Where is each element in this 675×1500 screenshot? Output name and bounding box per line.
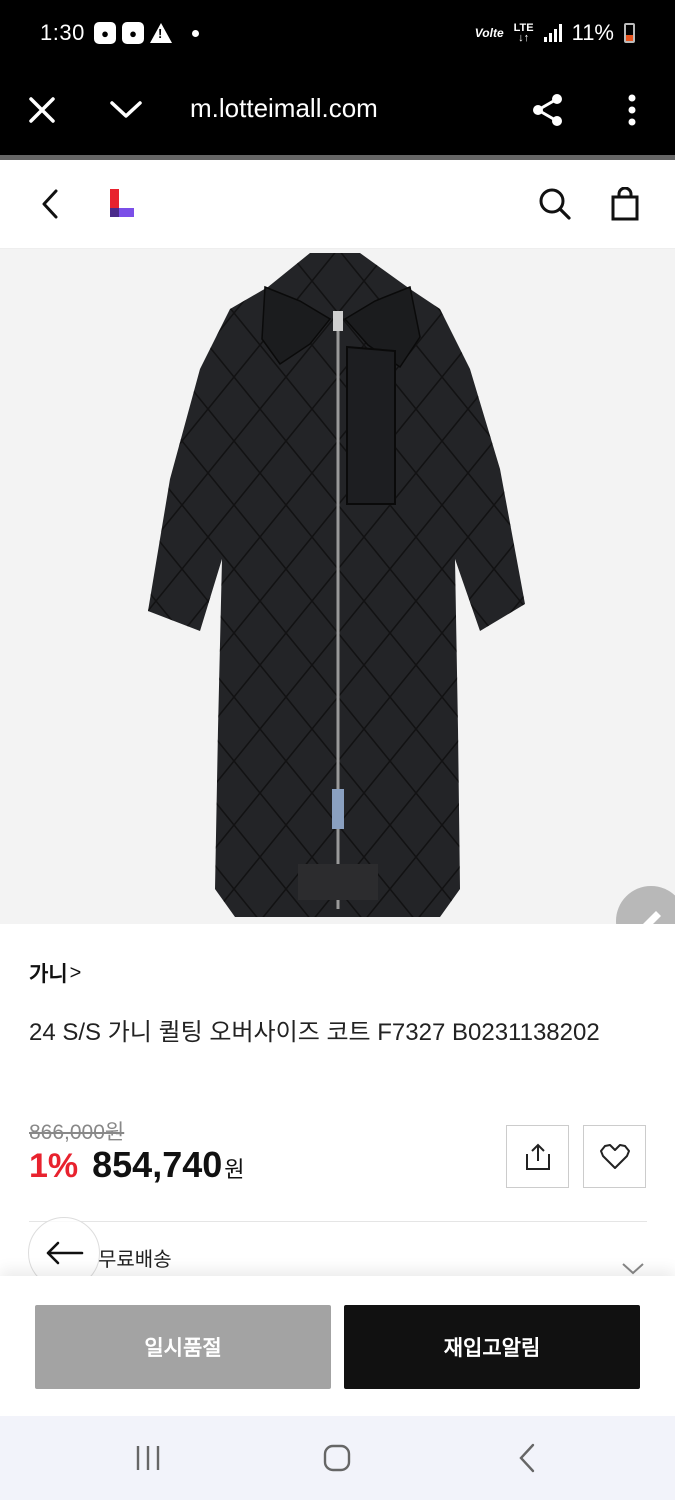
url-field[interactable]: m.lotteimall.com: [190, 93, 378, 124]
price-row: 1% 854,740 원: [29, 1144, 245, 1186]
divider: [29, 1221, 647, 1222]
volte-indicator: Volte: [474, 26, 504, 40]
heart-icon: [599, 1143, 630, 1169]
lotte-logo[interactable]: [104, 186, 140, 222]
close-icon[interactable]: [22, 90, 62, 130]
battery-icon: [624, 23, 635, 43]
home-icon[interactable]: [320, 1440, 354, 1476]
app-notification-icon: ●: [122, 22, 144, 44]
coat-illustration: [148, 253, 525, 917]
original-price: 866,000원: [29, 1121, 125, 1144]
status-bar: 1:30 ● ● Volte LTE↓↑ 11%: [0, 0, 675, 66]
restock-alert-button[interactable]: 재입고알림: [344, 1305, 640, 1389]
discount-rate: 1%: [29, 1147, 79, 1185]
recent-apps-icon[interactable]: [132, 1440, 164, 1476]
price-unit: 원: [224, 1157, 245, 1182]
chevron-right-icon: >: [69, 961, 82, 984]
sale-price: 854,740: [92, 1144, 223, 1185]
back-icon[interactable]: [32, 186, 68, 222]
product-title: 24 S/S 가니 퀼팅 오버사이즈 코트 F7327 B0231138202: [29, 1019, 600, 1046]
product-image[interactable]: [0, 249, 675, 924]
share-icon[interactable]: [528, 90, 568, 130]
lte-indicator: LTE ↓↑: [513, 22, 534, 44]
shipping-info: 무료배송: [98, 1249, 172, 1271]
brand-name: 가니: [29, 963, 68, 986]
bottom-action-bar: 일시품절 재입고알림: [0, 1276, 675, 1416]
chevron-down-icon[interactable]: [106, 90, 146, 130]
more-vert-icon[interactable]: [612, 90, 652, 130]
warning-icon: [150, 23, 172, 43]
browser-toolbar: m.lotteimall.com: [0, 66, 675, 160]
system-back-icon[interactable]: [512, 1440, 542, 1476]
search-icon[interactable]: [537, 186, 573, 222]
shopping-bag-icon[interactable]: [607, 186, 643, 222]
app-notification-icon: ●: [94, 22, 116, 44]
battery-percent: 11%: [571, 20, 614, 45]
signal-icon: [543, 24, 562, 42]
lte-label: LTE: [513, 22, 534, 34]
site-header: [0, 160, 675, 249]
share-button[interactable]: [506, 1125, 569, 1188]
sold-out-button[interactable]: 일시품절: [35, 1305, 331, 1389]
notification-icons: ● ●: [94, 22, 199, 44]
brand-link[interactable]: 가니 >: [29, 958, 81, 988]
system-nav-bar: [0, 1416, 675, 1500]
status-time: 1:30: [40, 20, 85, 45]
more-notifications-dot: [192, 29, 199, 37]
status-right: Volte LTE ↓↑ 11%: [475, 20, 635, 46]
upload-share-icon: [525, 1143, 550, 1170]
wishlist-button[interactable]: [583, 1125, 646, 1188]
